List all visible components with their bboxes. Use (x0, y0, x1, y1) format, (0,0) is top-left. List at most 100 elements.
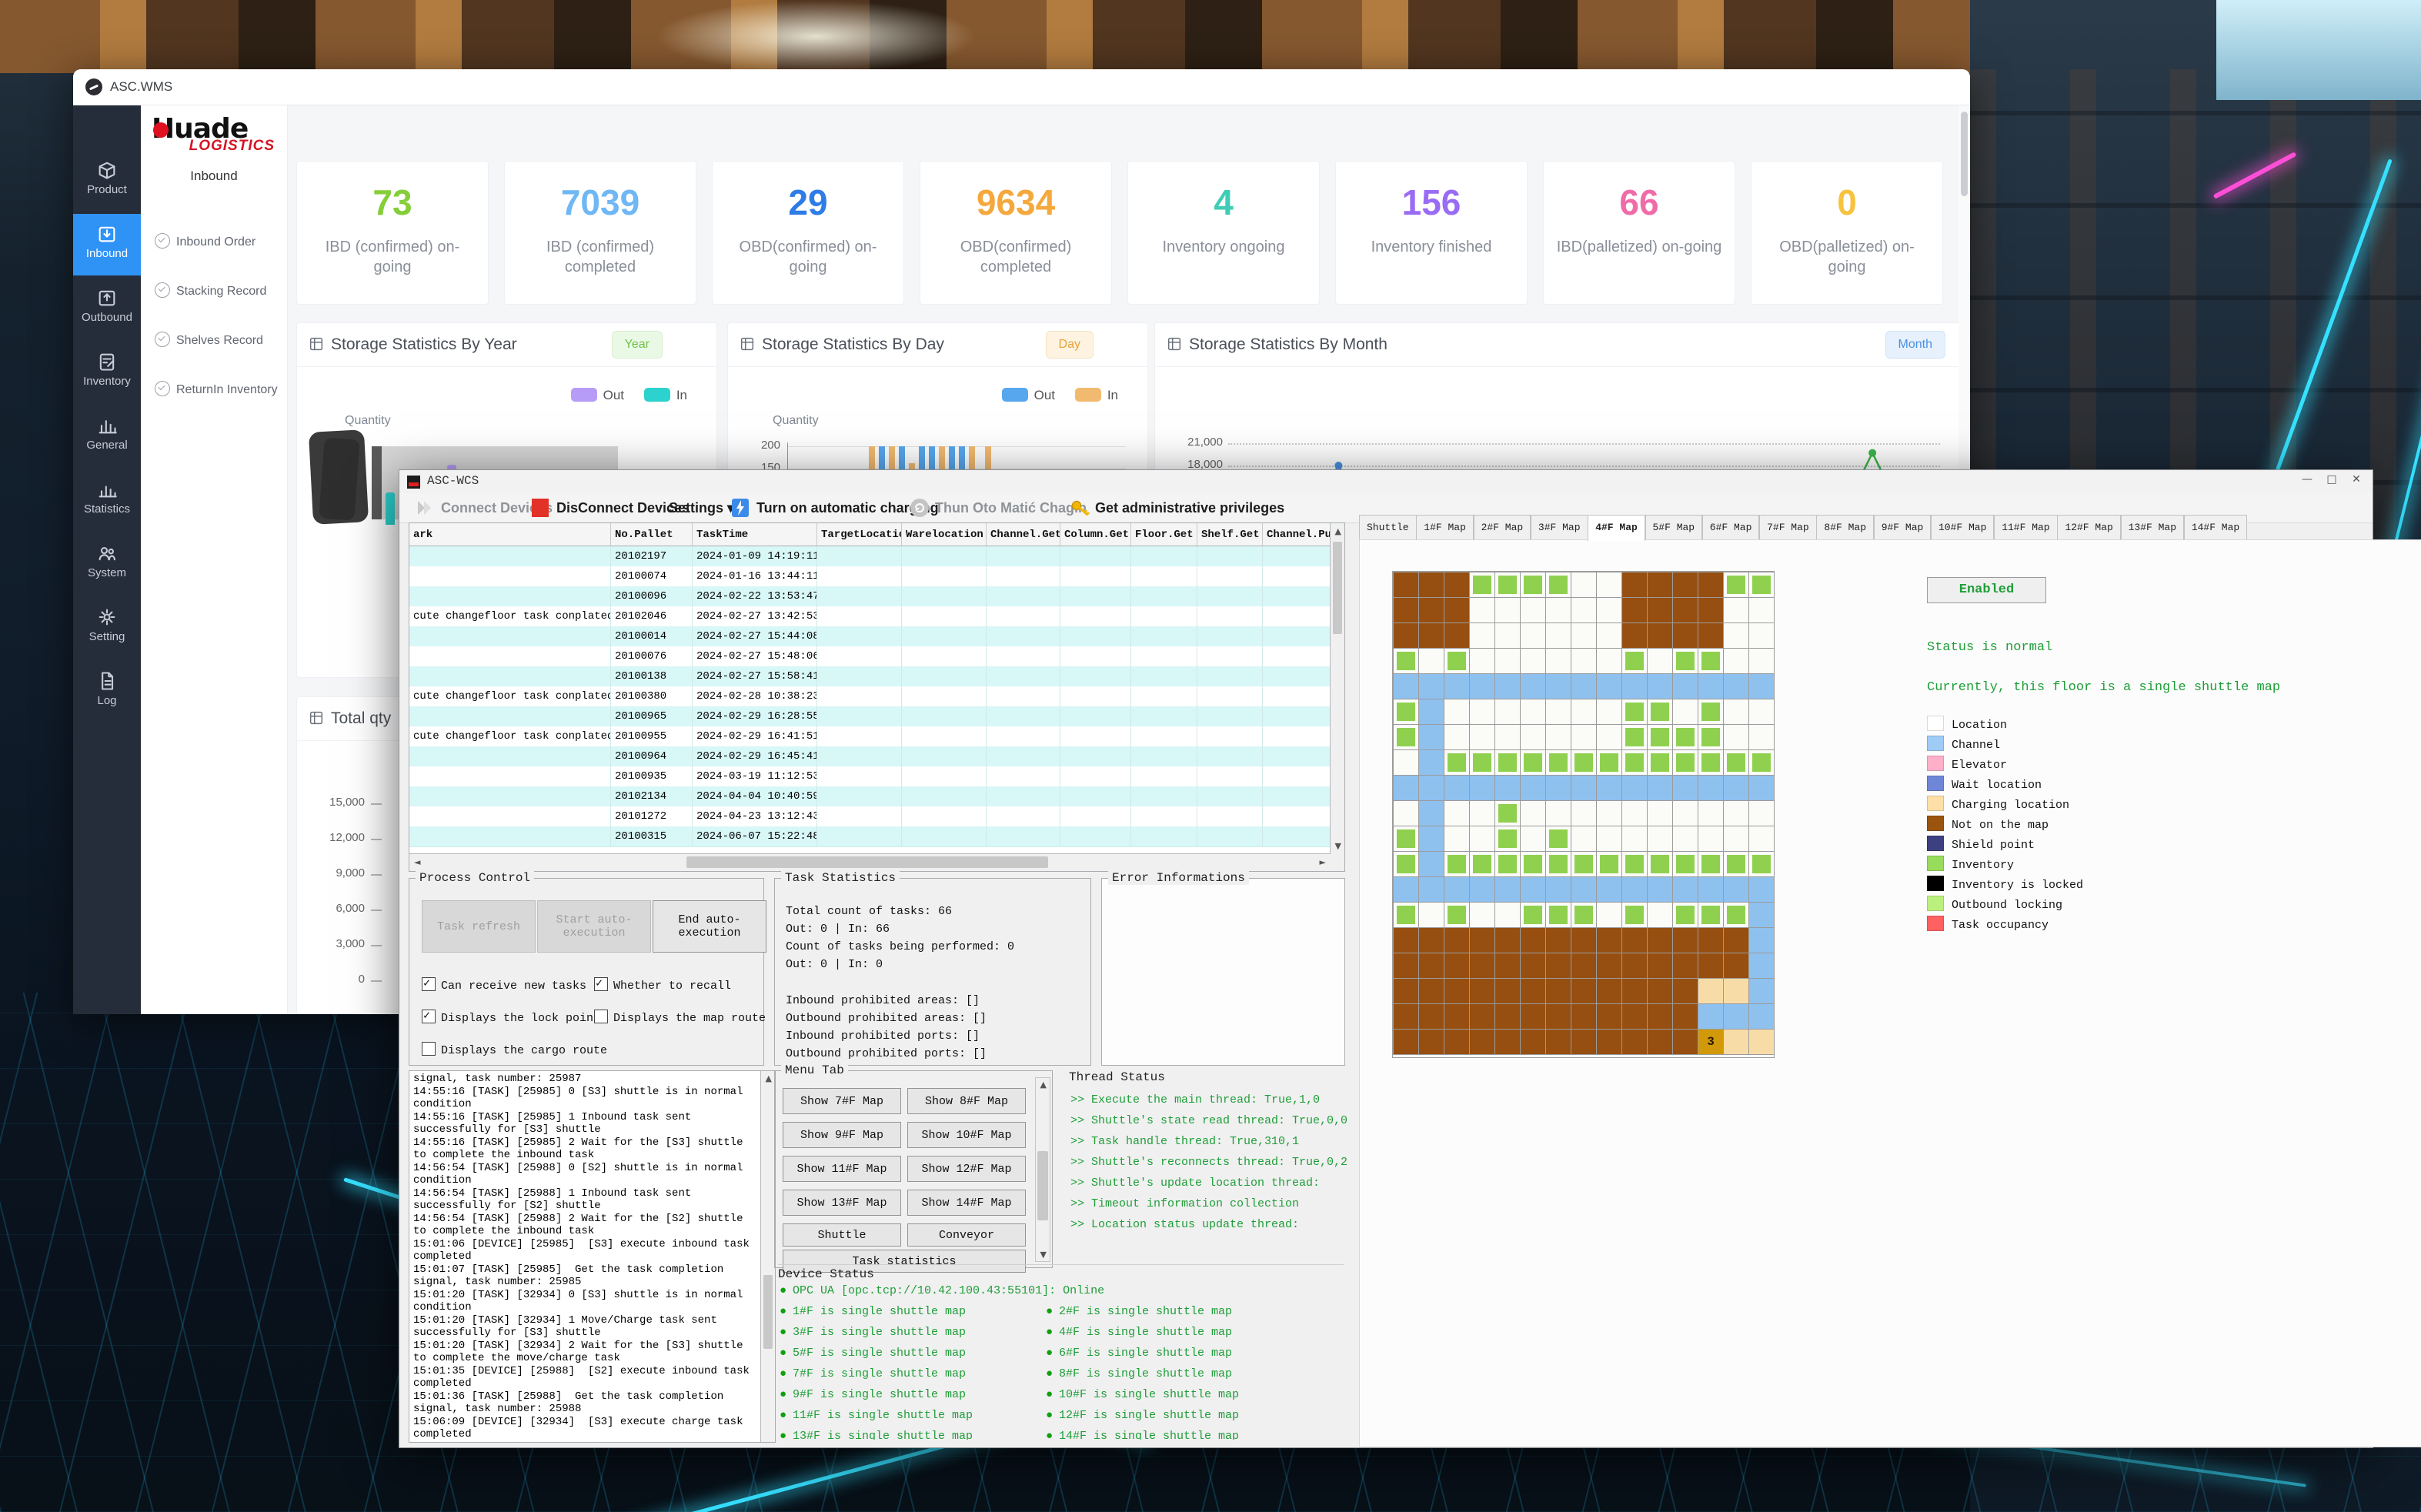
map-tab-10fmap[interactable]: 10#F Map (1931, 515, 1994, 539)
map-cell[interactable] (1748, 800, 1775, 826)
map-cell[interactable] (1571, 749, 1597, 776)
table-hscrollbar[interactable]: ◄► (409, 853, 1331, 871)
map-cell[interactable] (1520, 978, 1546, 1004)
checkbox-can-receive-new-tasks[interactable]: Can receive new tasks (422, 977, 586, 993)
map-cell[interactable] (1469, 724, 1495, 750)
map-cell[interactable] (1494, 851, 1521, 877)
map-cell[interactable] (1444, 572, 1470, 598)
map-cell[interactable] (1748, 724, 1775, 750)
map-cell[interactable] (1672, 902, 1698, 928)
map-cell[interactable] (1469, 1003, 1495, 1030)
map-cell[interactable] (1393, 800, 1419, 826)
map-cell[interactable] (1418, 749, 1444, 776)
table-row[interactable]: 201009352024-03-19 11:12:53 (409, 766, 1331, 787)
map-cell[interactable] (1393, 572, 1419, 598)
sidebar-item-product[interactable]: Product (73, 150, 141, 212)
map-cell[interactable] (1571, 902, 1597, 928)
map-cell[interactable] (1545, 876, 1571, 903)
map-cell[interactable] (1698, 597, 1724, 623)
map-cell[interactable] (1520, 775, 1546, 801)
map-cell[interactable] (1520, 673, 1546, 699)
map-cell[interactable] (1444, 978, 1470, 1004)
map-cell[interactable] (1393, 724, 1419, 750)
table-row[interactable]: 201000962024-02-22 13:53:47 (409, 586, 1331, 607)
map-cell[interactable] (1748, 572, 1775, 598)
map-cell[interactable] (1672, 1003, 1698, 1030)
period-badge-day[interactable]: Day (1046, 331, 1094, 359)
map-cell[interactable] (1596, 1003, 1622, 1030)
map-cell[interactable] (1545, 1003, 1571, 1030)
map-cell[interactable] (1596, 876, 1622, 903)
map-cell[interactable] (1672, 1029, 1698, 1055)
checkbox-displays-the-map-route[interactable]: Displays the map route (594, 1010, 766, 1025)
map-cell[interactable] (1621, 724, 1648, 750)
map-cell[interactable] (1393, 978, 1419, 1004)
map-cell[interactable] (1647, 953, 1673, 979)
map-cell[interactable] (1621, 622, 1648, 649)
map-cell[interactable] (1723, 826, 1749, 852)
map-cell[interactable] (1647, 1029, 1673, 1055)
map-cell[interactable] (1418, 775, 1444, 801)
table-row[interactable]: 201001382024-02-27 15:58:41 (409, 666, 1331, 687)
map-cell[interactable] (1469, 927, 1495, 953)
map-cell[interactable] (1672, 800, 1698, 826)
map-cell[interactable] (1748, 851, 1775, 877)
map-cell[interactable] (1672, 953, 1698, 979)
sidebar-item-setting[interactable]: Setting (73, 597, 141, 659)
map-cell[interactable] (1469, 572, 1495, 598)
map-cell[interactable] (1748, 1003, 1775, 1030)
map-cell[interactable] (1748, 622, 1775, 649)
map-cell[interactable] (1748, 597, 1775, 623)
sidebar-item-inventory[interactable]: Inventory (73, 342, 141, 403)
map-cell[interactable] (1571, 953, 1597, 979)
map-cell[interactable] (1418, 800, 1444, 826)
map-cell[interactable] (1621, 800, 1648, 826)
map-cell[interactable] (1469, 826, 1495, 852)
map-cell[interactable] (1672, 673, 1698, 699)
map-cell[interactable] (1647, 876, 1673, 903)
map-cell[interactable] (1596, 851, 1622, 877)
column-header-4[interactable]: Warelocation (902, 523, 987, 546)
map-cell[interactable] (1545, 800, 1571, 826)
floor-map-grid[interactable]: 3 (1392, 571, 1775, 1058)
map-cell[interactable] (1723, 622, 1749, 649)
map-cell[interactable] (1723, 1029, 1749, 1055)
map-cell[interactable] (1723, 851, 1749, 877)
table-row[interactable]: cute changefloor task conplated201003802… (409, 686, 1331, 707)
map-cell[interactable] (1698, 775, 1724, 801)
map-cell[interactable] (1393, 1029, 1419, 1055)
map-cell[interactable] (1596, 673, 1622, 699)
map-cell[interactable] (1393, 927, 1419, 953)
map-cell[interactable] (1393, 673, 1419, 699)
map-cell[interactable] (1698, 699, 1724, 725)
map-cell[interactable] (1469, 876, 1495, 903)
map-cell[interactable] (1494, 1003, 1521, 1030)
map-cell[interactable] (1571, 927, 1597, 953)
map-cell[interactable] (1545, 724, 1571, 750)
submenu-item-inbound-order[interactable]: Inbound Order (155, 233, 278, 256)
menu-tab-scrollbar[interactable]: ▲ ▼ (1035, 1077, 1050, 1262)
map-cell[interactable] (1494, 648, 1521, 674)
map-tab-12fmap[interactable]: 12#F Map (2057, 515, 2120, 539)
map-cell[interactable] (1647, 851, 1673, 877)
map-cell[interactable] (1647, 572, 1673, 598)
map-cell[interactable] (1418, 648, 1444, 674)
sidebar-item-log[interactable]: Log (73, 661, 141, 723)
map-cell[interactable] (1545, 775, 1571, 801)
map-cell[interactable] (1748, 978, 1775, 1004)
map-cell[interactable] (1545, 648, 1571, 674)
column-header-2[interactable]: TaskTime (693, 523, 817, 546)
map-cell[interactable] (1647, 1003, 1673, 1030)
map-cell[interactable] (1596, 953, 1622, 979)
map-cell[interactable] (1418, 699, 1444, 725)
map-cell[interactable] (1418, 597, 1444, 623)
map-cell[interactable] (1494, 597, 1521, 623)
checkbox-box[interactable] (594, 977, 608, 991)
map-cell[interactable] (1418, 1029, 1444, 1055)
column-header-6[interactable]: Column.Get (1060, 523, 1131, 546)
map-cell[interactable] (1698, 648, 1724, 674)
map-cell[interactable] (1723, 800, 1749, 826)
minimize-button[interactable]: — (2296, 473, 2319, 490)
map-cell[interactable] (1444, 902, 1470, 928)
map-tab-5fmap[interactable]: 5#F Map (1645, 515, 1703, 539)
